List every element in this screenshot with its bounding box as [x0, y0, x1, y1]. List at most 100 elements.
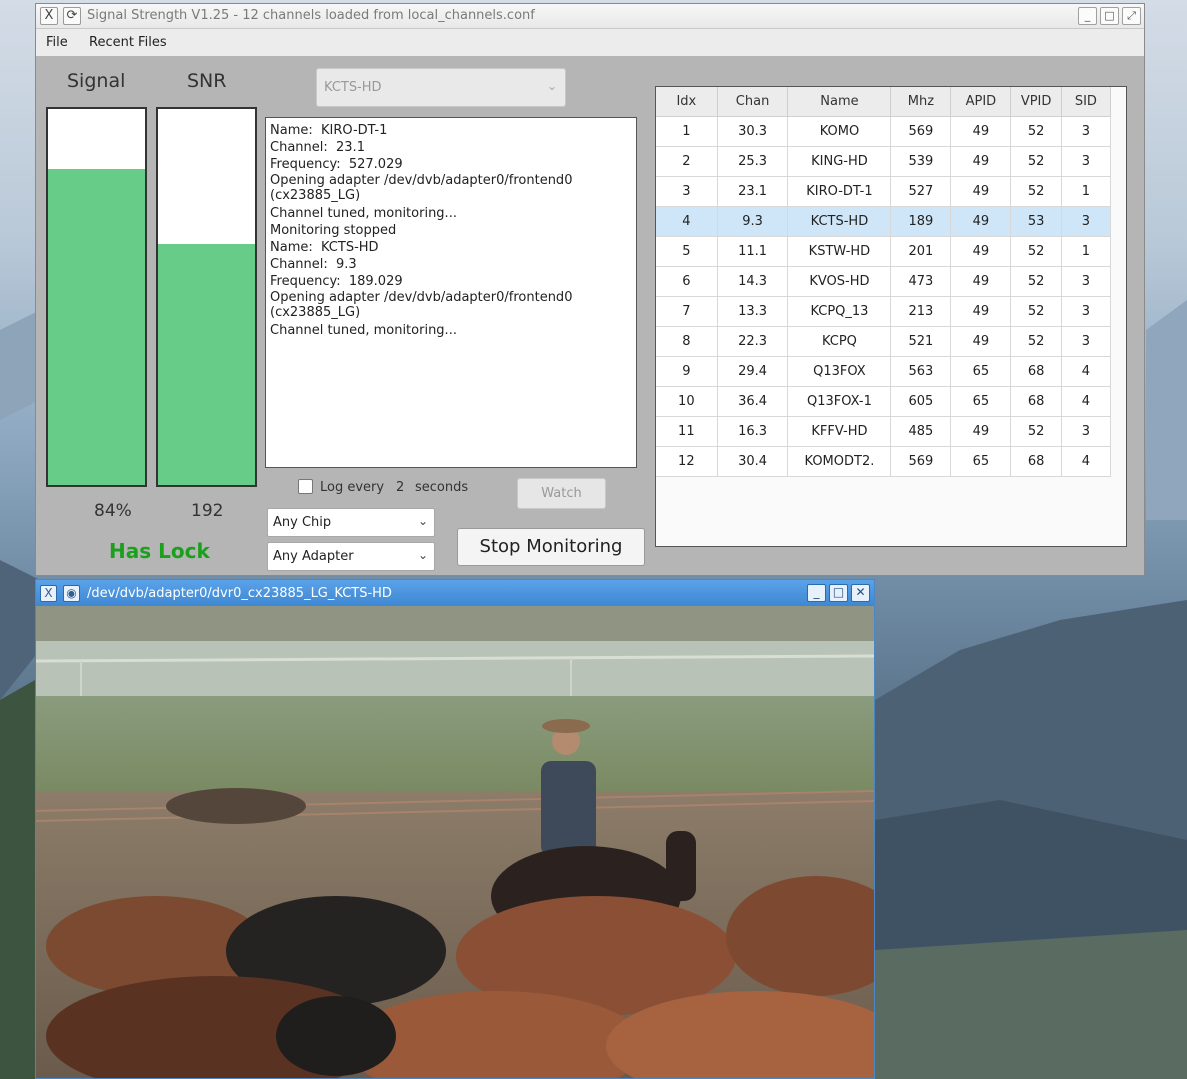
table-cell: 22.3 — [717, 326, 789, 357]
table-row[interactable]: 9 29.4 Q13FOX 563 65 68 4 — [656, 356, 1112, 387]
maximize-button[interactable]: □ — [1100, 7, 1119, 25]
channel-table[interactable]: Idx Chan Name Mhz APID VPID SID 1 30.3 KOMO 569 49… — [655, 86, 1127, 547]
table-cell: 3 — [1061, 296, 1112, 327]
snr-meter-fill — [158, 244, 255, 485]
adapter-select-value: Any Adapter — [273, 549, 354, 564]
table-cell: 52 — [1010, 266, 1062, 297]
snr-value: 192 — [191, 501, 224, 521]
main-titlebar[interactable]: X ⟳ Signal Strength V1.25 - 12 channels … — [36, 4, 1144, 29]
menu-recent-files[interactable]: Recent Files — [89, 35, 167, 50]
app-x-icon[interactable]: X — [40, 7, 58, 25]
watch-button[interactable]: Watch — [517, 478, 606, 509]
table-cell: KCPQ — [787, 326, 892, 357]
menu-bar: File Recent Files — [36, 29, 1144, 56]
minimize-button[interactable]: _ — [1078, 7, 1097, 25]
table-cell: 473 — [890, 266, 952, 297]
signal-meter — [46, 107, 147, 487]
table-cell: 49 — [950, 326, 1012, 357]
table-row[interactable]: 7 13.3 KCPQ_13 213 49 52 3 — [656, 296, 1112, 327]
table-cell: 7 — [656, 296, 718, 327]
table-cell: 29.4 — [717, 356, 789, 387]
table-row[interactable]: 5 11.1 KSTW-HD 201 49 52 1 — [656, 236, 1112, 267]
resize-button[interactable]: ⤢ — [1122, 7, 1141, 25]
table-row[interactable]: 2 25.3 KING-HD 539 49 52 3 — [656, 146, 1112, 177]
log-line: Frequency: 189.029 — [270, 274, 403, 289]
table-cell: 49 — [950, 116, 1012, 147]
table-cell: 9 — [656, 356, 718, 387]
chip-select[interactable]: Any Chip ⌄ — [267, 508, 435, 537]
table-row[interactable]: 12 30.4 KOMODT2. 569 65 68 4 — [656, 446, 1112, 477]
table-cell: 13.3 — [717, 296, 789, 327]
table-cell: 52 — [1010, 236, 1062, 267]
log-line: Channel tuned, monitoring... — [270, 206, 457, 221]
close-button[interactable]: ✕ — [851, 584, 870, 602]
log-line: Opening adapter /dev/dvb/adapter0/fronte… — [270, 173, 573, 203]
table-row[interactable]: 3 23.1 KIRO-DT-1 527 49 52 1 — [656, 176, 1112, 207]
table-cell: 12 — [656, 446, 718, 477]
signal-meter-fill — [48, 169, 145, 485]
log-line: Channel tuned, monitoring... — [270, 323, 457, 338]
table-cell: KSTW-HD — [787, 236, 892, 267]
video-titlebar[interactable]: X ◉ /dev/dvb/adapter0/dvr0_cx23885_LG_KC… — [36, 580, 874, 606]
table-cell: 3 — [1061, 266, 1112, 297]
log-interval-value[interactable]: 2 — [396, 480, 404, 495]
table-cell: 65 — [950, 386, 1012, 417]
video-frame[interactable] — [36, 606, 874, 1078]
snr-meter — [156, 107, 257, 487]
table-cell: Q13FOX — [787, 356, 892, 387]
table-row[interactable]: 1 30.3 KOMO 569 49 52 3 — [656, 116, 1112, 147]
table-cell: 539 — [890, 146, 952, 177]
table-row[interactable]: 8 22.3 KCPQ 521 49 52 3 — [656, 326, 1112, 357]
log-output[interactable]: Name: KIRO-DT-1 Channel: 23.1 Frequency: 5… — [265, 117, 637, 468]
signal-label: Signal — [67, 70, 126, 92]
menu-file[interactable]: File — [46, 35, 68, 50]
log-line: Channel: 9.3 — [270, 257, 357, 272]
app-x-icon[interactable]: X — [40, 585, 57, 602]
table-cell: 52 — [1010, 416, 1062, 447]
minimize-button[interactable]: _ — [807, 584, 826, 602]
table-row[interactable]: 4 9.3 KCTS-HD 189 49 53 3 — [656, 206, 1112, 237]
table-cell: 563 — [890, 356, 952, 387]
table-cell: 25.3 — [717, 146, 789, 177]
maximize-button[interactable]: □ — [829, 584, 848, 602]
stop-monitoring-button[interactable]: Stop Monitoring — [457, 528, 645, 566]
table-cell: KFFV-HD — [787, 416, 892, 447]
table-cell: 68 — [1010, 386, 1062, 417]
table-cell: 4 — [1061, 356, 1112, 387]
table-cell: 49 — [950, 416, 1012, 447]
table-cell: 3 — [656, 176, 718, 207]
column-header-apid[interactable]: APID — [950, 87, 1012, 117]
table-cell: 485 — [890, 416, 952, 447]
column-header-idx[interactable]: Idx — [656, 87, 718, 117]
table-cell: 3 — [1061, 416, 1112, 447]
adapter-select[interactable]: Any Adapter ⌄ — [267, 542, 435, 571]
table-cell: 65 — [950, 356, 1012, 387]
table-row[interactable]: 6 14.3 KVOS-HD 473 49 52 3 — [656, 266, 1112, 297]
signal-strength-window: X ⟳ Signal Strength V1.25 - 12 channels … — [35, 3, 1145, 576]
column-header-vpid[interactable]: VPID — [1010, 87, 1062, 117]
table-cell: KCTS-HD — [787, 206, 892, 237]
log-every-label: Log every — [320, 480, 385, 495]
table-row[interactable]: 11 16.3 KFFV-HD 485 49 52 3 — [656, 416, 1112, 447]
column-header-name[interactable]: Name — [787, 87, 892, 117]
table-cell: 8 — [656, 326, 718, 357]
column-header-sid[interactable]: SID — [1061, 87, 1112, 117]
log-seconds-label: seconds — [415, 480, 469, 495]
window-menu-icon[interactable]: ⟳ — [63, 7, 81, 25]
table-cell: 68 — [1010, 356, 1062, 387]
window-menu-icon[interactable]: ◉ — [63, 585, 80, 602]
channel-select[interactable]: KCTS-HD ⌄ — [316, 68, 566, 107]
column-header-chan[interactable]: Chan — [717, 87, 789, 117]
chevron-down-icon: ⌄ — [417, 514, 428, 528]
table-cell: KING-HD — [787, 146, 892, 177]
table-cell: 36.4 — [717, 386, 789, 417]
table-cell: 65 — [950, 446, 1012, 477]
table-row[interactable]: 10 36.4 Q13FOX-1 605 65 68 4 — [656, 386, 1112, 417]
table-cell: 49 — [950, 146, 1012, 177]
lock-status: Has Lock — [109, 539, 210, 563]
table-cell: 53 — [1010, 206, 1062, 237]
log-every-checkbox[interactable] — [298, 479, 313, 494]
table-header: Idx Chan Name Mhz APID VPID SID — [656, 87, 1112, 117]
table-cell: 521 — [890, 326, 952, 357]
column-header-mhz[interactable]: Mhz — [890, 87, 952, 117]
